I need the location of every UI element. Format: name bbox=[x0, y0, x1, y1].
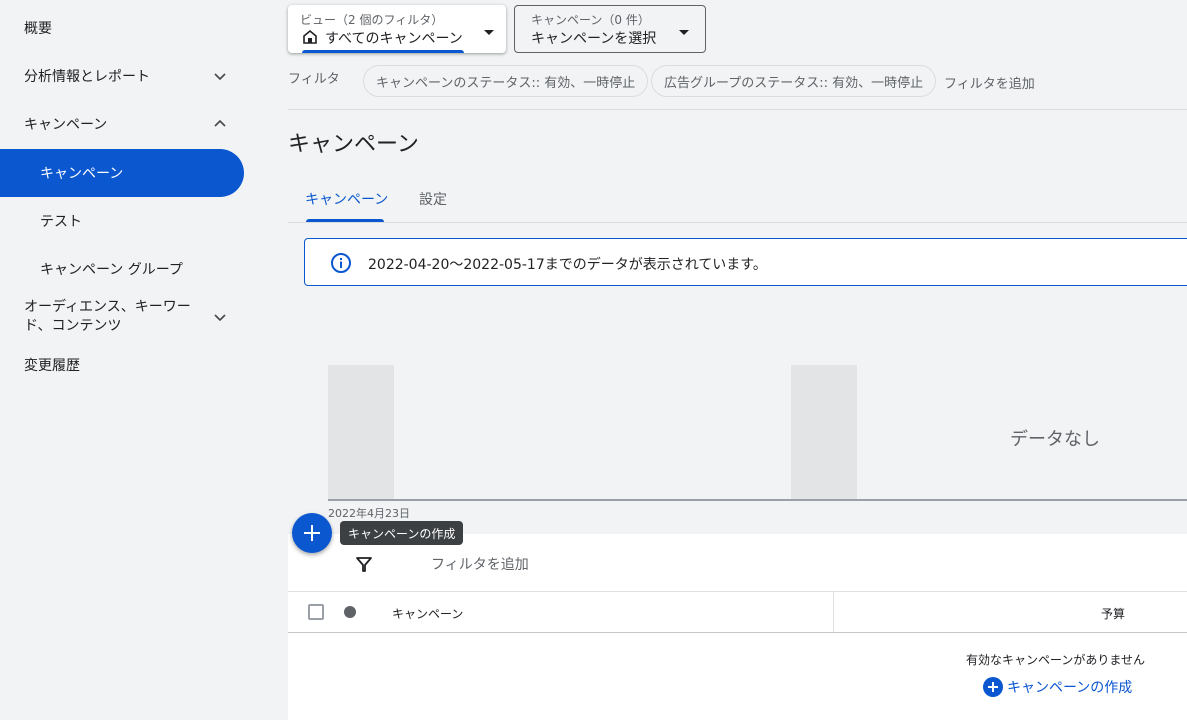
campaign-caption: キャンペーン（0 件） bbox=[531, 13, 650, 27]
sidebar-item-label-line2: ド、コンテンツ bbox=[24, 318, 122, 334]
filter-chip-campaign-status[interactable]: キャンペーンのステータス:: 有効、一時停止 bbox=[363, 65, 649, 97]
sidebar-item-label: キャンペーン グループ bbox=[40, 262, 183, 278]
sidebar-item-overview[interactable]: 概要 bbox=[0, 4, 244, 52]
create-campaign-link-label: キャンペーンの作成 bbox=[1007, 680, 1133, 696]
chart-no-data-label: データなし bbox=[1010, 429, 1100, 450]
sidebar-item-label: オーディエンス、キーワー ド、コンテンツ bbox=[24, 298, 191, 336]
tab-campaigns[interactable]: キャンペーン bbox=[305, 189, 388, 209]
page-title: キャンペーン bbox=[288, 132, 419, 157]
filter-label: フィルタ bbox=[288, 72, 340, 87]
status-dot-icon bbox=[344, 606, 356, 618]
sidebar-item-label-line1: オーディエンス、キーワー bbox=[24, 299, 191, 315]
sidebar-item-campaigns-group[interactable]: キャンペーン bbox=[0, 100, 244, 148]
column-header-campaign[interactable]: キャンペーン bbox=[392, 605, 463, 622]
chevron-down-icon bbox=[214, 314, 226, 322]
info-banner: 2022-04-20〜2022-05-17までのデータが表示されています。 bbox=[304, 238, 1187, 286]
view-selector-indicator bbox=[302, 50, 464, 53]
chart-bar-2 bbox=[791, 365, 857, 499]
sidebar-item-label: 概要 bbox=[24, 21, 52, 37]
fab-tooltip: キャンペーンの作成 bbox=[340, 521, 464, 545]
chevron-up-icon bbox=[214, 119, 226, 127]
filter-icon[interactable] bbox=[354, 554, 374, 574]
add-filter-link[interactable]: フィルタを追加 bbox=[944, 73, 1035, 92]
performance-chart: データなし 2022年4月23日 bbox=[328, 290, 1187, 520]
sidebar-item-label: キャンペーン bbox=[40, 166, 124, 182]
caret-down-icon bbox=[484, 26, 494, 35]
create-campaign-fab[interactable] bbox=[292, 513, 332, 553]
info-icon bbox=[331, 253, 351, 273]
sidebar-item-audiences-keywords-content[interactable]: オーディエンス、キーワー ド、コンテンツ bbox=[0, 293, 244, 341]
campaign-table-card: フィルタを追加 キャンペーン 予算 有効なキャンペーンがありません キャンペーン… bbox=[288, 534, 1187, 720]
chart-x-axis bbox=[328, 499, 1187, 501]
chevron-down-icon bbox=[214, 73, 226, 81]
select-all-checkbox[interactable] bbox=[308, 604, 324, 620]
view-selector[interactable]: ビュー（2 個のフィルタ） すべてのキャンペーン bbox=[288, 5, 506, 53]
caret-down-icon bbox=[679, 26, 689, 35]
sidebar-item-label: 変更履歴 bbox=[24, 358, 80, 374]
tabs-divider bbox=[288, 222, 1187, 223]
plus-circle-icon bbox=[983, 677, 1003, 697]
sidebar-item-experiments[interactable]: テスト bbox=[0, 197, 244, 245]
sidebar-item-change-history[interactable]: 変更履歴 bbox=[0, 341, 244, 389]
chart-x-tick: 2022年4月23日 bbox=[328, 507, 410, 520]
chart-bar-1 bbox=[328, 365, 394, 499]
campaign-value: キャンペーンを選択 bbox=[531, 31, 657, 47]
create-campaign-link[interactable]: キャンペーンの作成 bbox=[983, 677, 1132, 697]
view-value: すべてのキャンペーン bbox=[325, 31, 463, 47]
filter-chip-adgroup-status[interactable]: 広告グループのステータス:: 有効、一時停止 bbox=[651, 65, 937, 97]
sidebar-item-campaign-groups[interactable]: キャンペーン グループ bbox=[0, 245, 244, 293]
column-header-budget[interactable]: 予算 bbox=[1101, 605, 1125, 622]
sidebar-item-label: キャンペーン bbox=[24, 117, 108, 133]
header-divider bbox=[288, 109, 1187, 110]
campaign-selector[interactable]: キャンペーン（0 件） キャンペーンを選択 bbox=[514, 5, 706, 53]
main-content: ビュー（2 個のフィルタ） すべてのキャンペーン キャンペーン（0 件） キャン… bbox=[288, 0, 1187, 720]
sidebar: 概要 分析情報とレポート キャンペーン キャンペーン テスト キャンペーン グル… bbox=[0, 0, 288, 720]
tab-settings[interactable]: 設定 bbox=[419, 189, 447, 209]
plus-icon bbox=[304, 525, 320, 541]
home-icon bbox=[303, 29, 317, 44]
table-add-filter[interactable]: フィルタを追加 bbox=[431, 554, 529, 574]
column-separator bbox=[833, 592, 834, 632]
empty-table-message: 有効なキャンペーンがありません bbox=[966, 653, 1146, 667]
sidebar-item-campaigns[interactable]: キャンペーン bbox=[0, 149, 244, 197]
sidebar-item-insights-reports[interactable]: 分析情報とレポート bbox=[0, 52, 244, 100]
sidebar-item-label: テスト bbox=[40, 214, 82, 230]
view-caption: ビュー（2 個のフィルタ） bbox=[300, 13, 444, 27]
info-text: 2022-04-20〜2022-05-17までのデータが表示されています。 bbox=[368, 257, 767, 273]
sidebar-item-label: 分析情報とレポート bbox=[24, 69, 150, 85]
table-header: キャンペーン 予算 bbox=[288, 591, 1187, 633]
